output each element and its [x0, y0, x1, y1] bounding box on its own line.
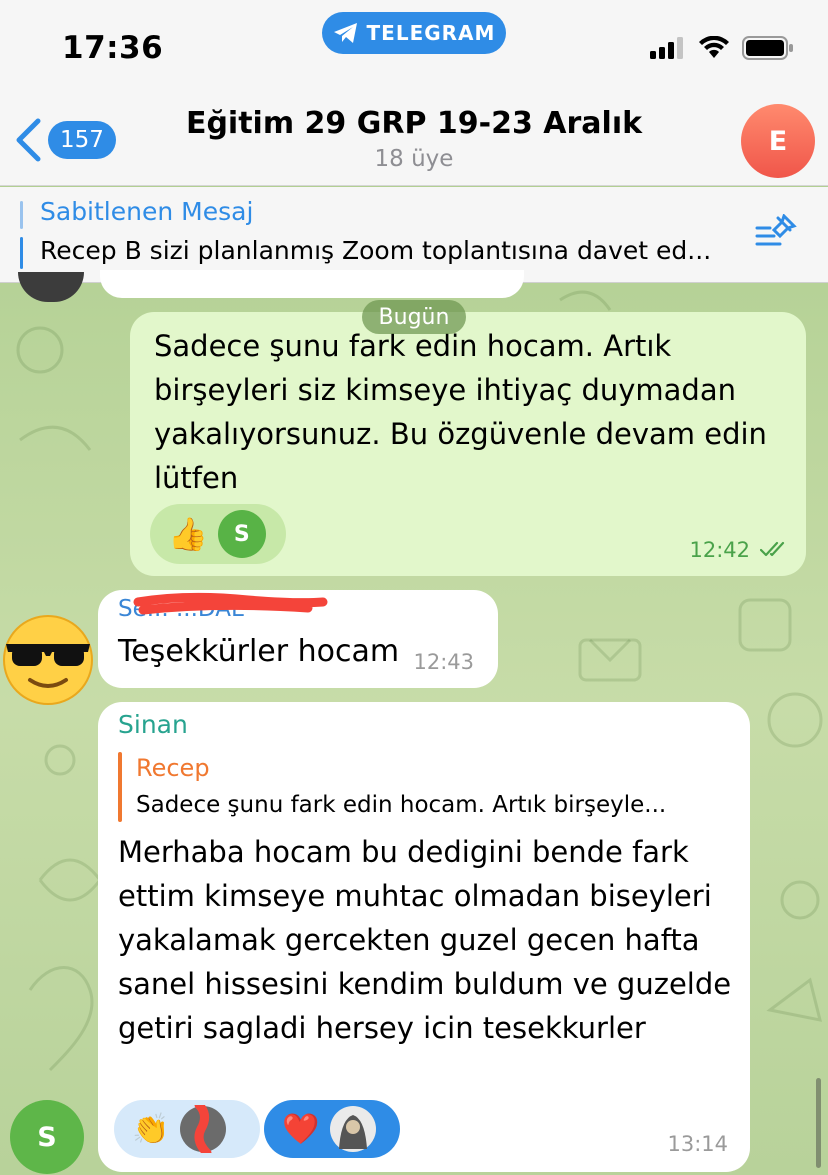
telegram-pill-label: TELEGRAM: [366, 21, 496, 45]
message-time: 12:43: [413, 650, 474, 674]
message-time: 12:42: [689, 538, 750, 562]
group-avatar[interactable]: E: [741, 104, 815, 178]
previous-message-bubble[interactable]: [100, 270, 524, 298]
reaction-chip-heart[interactable]: ❤️: [264, 1100, 400, 1158]
clapping-hands-emoji: 👏: [132, 1111, 170, 1147]
reactor-photo-avatar: [180, 1105, 227, 1153]
scrollbar[interactable]: [816, 1078, 821, 1168]
double-check-icon: [760, 541, 785, 557]
back-button[interactable]: 157: [14, 118, 116, 162]
pinned-indicator-active: [20, 237, 23, 269]
status-bar: 17:36 TELEGRAM: [0, 0, 828, 90]
pinned-title: Sabitlenen Mesaj: [40, 197, 254, 226]
member-count: 18 üye: [374, 146, 454, 172]
reactor-avatar: S: [217, 510, 266, 558]
unread-count-badge: 157: [48, 121, 116, 159]
reaction-chip-clap[interactable]: 👏: [114, 1100, 260, 1158]
reply-preview[interactable]: Recep Sadece şunu fark edin hocam. Artık…: [118, 752, 728, 824]
thumbs-up-emoji: 👍: [168, 515, 208, 553]
cellular-signal-icon: [650, 37, 683, 59]
message-text: Teşekkürler hocam: [118, 634, 400, 669]
telegram-plane-icon: [333, 23, 357, 43]
pinned-indicator-inactive: [20, 201, 23, 229]
message-text: Sadece şunu fark edin hocam. Artık birşe…: [154, 329, 767, 495]
wifi-icon: [699, 36, 729, 58]
message-text: Merhaba hocam bu dedigini bende fark ett…: [118, 835, 732, 1045]
sender-avatar[interactable]: S: [10, 1100, 84, 1174]
pinned-message-bar[interactable]: Sabitlenen Mesaj Recep B sizi planlanmış…: [0, 187, 828, 283]
reply-text: Sadece şunu fark edin hocam. Artık birşe…: [136, 792, 667, 818]
date-separator: Bugün: [362, 300, 466, 334]
message-time: 13:14: [667, 1132, 728, 1156]
status-icons: [650, 36, 794, 60]
redaction-scribble: [133, 592, 328, 615]
reply-accent-bar: [118, 752, 122, 822]
chevron-left-icon: [16, 118, 41, 162]
incoming-message-bubble[interactable]: Sinan Recep Sadece şunu fark edin hocam.…: [98, 702, 750, 1172]
reply-sender: Recep: [136, 754, 210, 782]
sender-name: Sinan: [118, 710, 188, 739]
reaction-chip-thumbs-up[interactable]: 👍 S: [150, 504, 286, 564]
status-time: 17:36: [62, 30, 164, 66]
outgoing-message-bubble[interactable]: Sadece şunu fark edin hocam. Artık birşe…: [130, 312, 806, 576]
sunglasses-emoji-avatar[interactable]: [0, 612, 96, 708]
telegram-return-pill[interactable]: TELEGRAM: [322, 12, 506, 54]
incoming-message-bubble[interactable]: Se... ...DAL Teşekkürler hocam 12:43: [98, 590, 498, 688]
pinned-list-icon[interactable]: [754, 214, 798, 250]
chat-header: 157 Eğitim 29 GRP 19-23 Aralık 18 üye E: [0, 90, 828, 186]
red-heart-emoji: ❤️: [282, 1111, 320, 1147]
battery-icon: [742, 36, 793, 60]
reactor-photo-avatar: [330, 1106, 377, 1152]
pinned-text: Recep B sizi planlanmış Zoom toplantısın…: [40, 236, 712, 265]
chat-title[interactable]: Eğitim 29 GRP 19-23 Aralık: [140, 106, 688, 141]
